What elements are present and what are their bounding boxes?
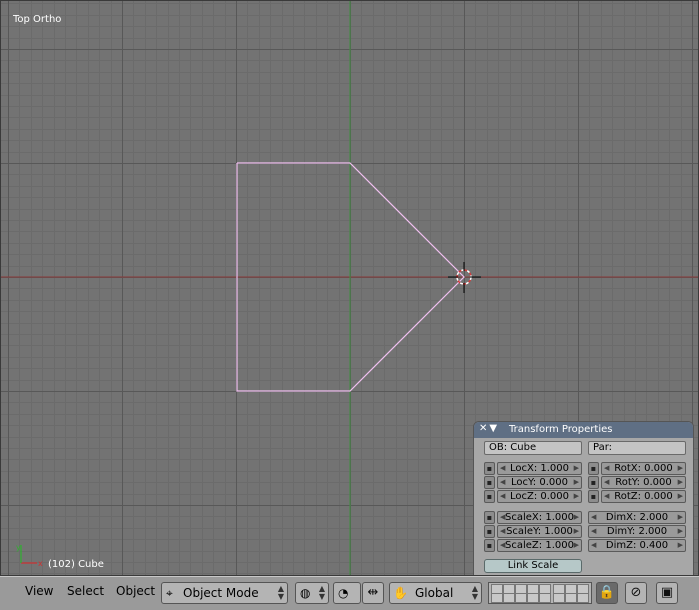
hand-manipulator-icon: ✋	[393, 586, 408, 600]
dim-y-field[interactable]: ◀ DimY: 2.000 ▶	[588, 525, 686, 538]
loc-x-row: ▪ ◀ LocX: 1.000 ▶	[484, 462, 582, 475]
dim-z-field[interactable]: ◀ DimZ: 0.400 ▶	[588, 539, 686, 552]
lock-icon[interactable]: 🔒	[596, 582, 618, 604]
panel-header[interactable]: ✕▼ Transform Properties	[474, 422, 693, 438]
loc-z-field[interactable]: ◀ LocZ: 0.000 ▶	[497, 490, 582, 503]
orientation-label: Global	[415, 586, 454, 600]
lock-icon[interactable]: ▪	[588, 490, 599, 503]
pivot-selector[interactable]: ◔	[333, 582, 361, 604]
loc-z-row: ▪ ◀ LocZ: 0.000 ▶	[484, 490, 582, 503]
scale-z-field[interactable]: ◀ ScaleZ: 1.000 ▶	[497, 539, 582, 552]
lock-icon[interactable]: ▪	[484, 462, 495, 475]
svg-text:y: y	[16, 543, 21, 552]
scale-x-field[interactable]: ◀ ScaleX: 1.000 ▶	[497, 511, 582, 524]
updown-arrows-icon: ▲ ▼	[471, 584, 478, 601]
lock-icon[interactable]: ▪	[484, 511, 495, 524]
layer-button[interactable]	[553, 593, 565, 603]
lock-icon[interactable]: ▪	[588, 476, 599, 489]
loc-y-field[interactable]: ◀ LocY: 0.000 ▶	[497, 476, 582, 489]
menu-view[interactable]: View	[25, 584, 53, 598]
transform-properties-panel[interactable]: ✕▼ Transform Properties OB: Cube Par: ▪ …	[473, 421, 694, 575]
svg-text:x: x	[38, 559, 43, 568]
parent-field[interactable]: Par:	[588, 441, 686, 455]
layer-buttons[interactable]	[488, 582, 592, 604]
mode-selector[interactable]: ⌖ Object Mode ▲ ▼	[161, 582, 288, 604]
shading-selector[interactable]: ◍ ▲ ▼	[295, 582, 329, 604]
layer-button[interactable]	[527, 593, 539, 603]
layer-button[interactable]	[491, 593, 503, 603]
render-icon[interactable]: ▣	[656, 582, 678, 604]
object-name-field[interactable]: OB: Cube	[484, 441, 582, 455]
loc-x-field[interactable]: ◀ LocX: 1.000 ▶	[497, 462, 582, 475]
object-mode-icon: ⌖	[166, 586, 173, 600]
view-label: Top Ortho	[13, 14, 62, 25]
scale-y-field[interactable]: ◀ ScaleY: 1.000 ▶	[497, 525, 582, 538]
layer-button[interactable]	[577, 593, 589, 603]
link-icon[interactable]: ⊘	[625, 582, 647, 604]
scale-y-row: ▪ ◀ ScaleY: 1.000 ▶	[484, 525, 582, 538]
rot-x-field[interactable]: ◀ RotX: 0.000 ▶	[601, 462, 686, 475]
scale-z-row: ▪ ◀ ScaleZ: 1.000 ▶	[484, 539, 582, 552]
lock-icon[interactable]: ▪	[484, 525, 495, 538]
mode-label: Object Mode	[183, 586, 259, 600]
viewport-shading-icon: ◍	[300, 586, 311, 600]
3d-viewport[interactable]: x y Top Ortho (102) Cube ✕▼ Transform Pr…	[0, 0, 699, 576]
dim-x-field[interactable]: ◀ DimX: 2.000 ▶	[588, 511, 686, 524]
rot-y-row: ▪ ◀ RotY: 0.000 ▶	[588, 476, 686, 489]
active-object-label: (102) Cube	[48, 559, 104, 570]
layer-button[interactable]	[515, 593, 527, 603]
lock-icon[interactable]: ▪	[484, 539, 495, 552]
panel-title: Transform Properties	[509, 424, 613, 435]
pivot-point-icon: ◔	[338, 586, 349, 600]
lock-icon[interactable]: ▪	[484, 490, 495, 503]
close-collapse-icon[interactable]: ✕▼	[479, 423, 499, 434]
scale-x-row: ▪ ◀ ScaleX: 1.000 ▶	[484, 511, 582, 524]
layer-button[interactable]	[539, 593, 551, 603]
snap-icon[interactable]: ⇹	[362, 582, 384, 604]
updown-arrows-icon: ▲ ▼	[277, 584, 284, 601]
layer-button[interactable]	[503, 593, 515, 603]
updown-arrows-icon: ▲ ▼	[318, 584, 325, 601]
loc-y-row: ▪ ◀ LocY: 0.000 ▶	[484, 476, 582, 489]
header-toolbar: View Select Object ⌖ Object Mode ▲ ▼ ◍ ▲ ▼…	[0, 576, 699, 610]
rot-y-field[interactable]: ◀ RotY: 0.000 ▶	[601, 476, 686, 489]
orientation-selector[interactable]: ✋ Global ▲ ▼	[389, 582, 482, 604]
rot-z-row: ▪ ◀ RotZ: 0.000 ▶	[588, 490, 686, 503]
layer-button[interactable]	[565, 593, 577, 603]
lock-icon[interactable]: ▪	[588, 462, 599, 475]
rot-x-row: ▪ ◀ RotX: 0.000 ▶	[588, 462, 686, 475]
link-scale-button[interactable]: Link Scale	[484, 559, 582, 573]
menu-select[interactable]: Select	[67, 584, 104, 598]
rot-z-field[interactable]: ◀ RotZ: 0.000 ▶	[601, 490, 686, 503]
lock-icon[interactable]: ▪	[484, 476, 495, 489]
menu-object[interactable]: Object	[116, 584, 155, 598]
axis-widget-icon: x y	[16, 543, 43, 568]
